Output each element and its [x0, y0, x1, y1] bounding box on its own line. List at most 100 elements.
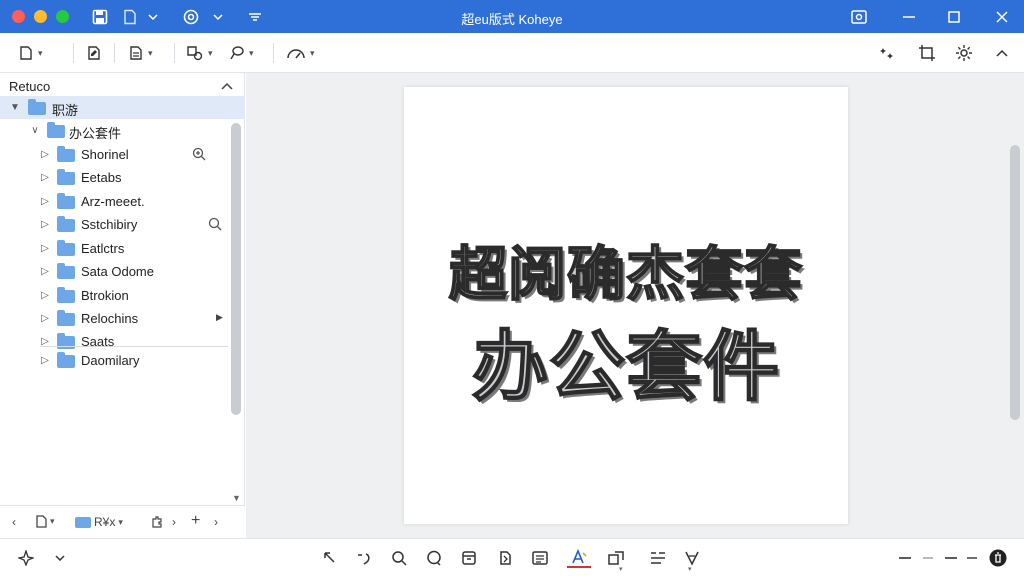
- edit-document-button[interactable]: [86, 41, 102, 65]
- tree-item[interactable]: ▷ Arz-meeet.: [0, 190, 245, 213]
- folder-icon: [57, 310, 75, 326]
- chevron-down-icon[interactable]: ▾: [619, 565, 623, 573]
- expand-right-icon[interactable]: ▷: [40, 290, 50, 301]
- tree-item[interactable]: ▷ Daomilary: [0, 349, 245, 372]
- tree-item-label: Eatlctrs: [81, 241, 125, 256]
- filter-icon[interactable]: [680, 548, 704, 568]
- folder-icon: [75, 516, 91, 528]
- title-bar: 超eu版式 Koheye: [0, 0, 1024, 33]
- file-export-icon[interactable]: [493, 548, 517, 568]
- tree-item-label: Arz-meeet.: [81, 194, 145, 209]
- list-icon[interactable]: [646, 548, 670, 568]
- comment-icon[interactable]: [422, 548, 446, 568]
- sparkle-button[interactable]: [878, 41, 896, 65]
- document-page[interactable]: 超阅确杰套套 办公套件: [404, 87, 848, 524]
- tree-root-folder[interactable]: ▼ 职游: [0, 96, 245, 119]
- fit-icon[interactable]: [944, 548, 958, 568]
- gauge-button[interactable]: ▾: [286, 41, 315, 65]
- sidebar: Retuco ▼ 职游 ∨ 办公套件 ▷ Shorinel ▷ Eetabs ▷ Arz-…: [0, 73, 245, 538]
- expand-right-icon[interactable]: ▷: [40, 266, 50, 277]
- tree-item[interactable]: ▷ Sstchibiry: [0, 213, 245, 236]
- folder-icon: [57, 169, 75, 185]
- expand-right-icon[interactable]: ▷: [40, 219, 50, 230]
- stamp-icon[interactable]: [457, 548, 481, 568]
- sidebar-scrollbar[interactable]: [231, 123, 241, 415]
- folder-menu-label: R¥x: [94, 515, 116, 529]
- document-canvas: 超阅确杰套套 办公套件: [246, 73, 1024, 538]
- chevron-down-icon: ▾: [249, 47, 254, 58]
- tree-item[interactable]: ▷ Eatlctrs: [0, 237, 245, 260]
- chevron-up-icon: [996, 49, 1008, 57]
- add-icon[interactable]: +: [191, 512, 200, 530]
- tree-subfolder[interactable]: ∨ 办公套件: [0, 119, 245, 142]
- expand-down-icon[interactable]: ∨: [30, 125, 40, 136]
- search-icon[interactable]: [208, 217, 222, 234]
- sidebar-title: Retuco: [9, 79, 51, 94]
- next-icon[interactable]: ›: [214, 515, 218, 529]
- transform-icon[interactable]: [604, 548, 628, 568]
- lasso-button[interactable]: ▾: [229, 41, 254, 65]
- zoom-in-icon[interactable]: [192, 147, 206, 164]
- tree-item[interactable]: ▷ Eetabs: [0, 166, 245, 189]
- toolbar-divider: [273, 43, 274, 63]
- folder-icon: [47, 122, 65, 138]
- close-icon[interactable]: [992, 6, 1012, 27]
- edit-document-icon: [86, 45, 102, 61]
- text-color-icon[interactable]: [567, 548, 591, 568]
- page-menu-button[interactable]: ▾: [35, 515, 55, 528]
- tree-item-label: Eetabs: [81, 170, 122, 185]
- chevron-up-icon[interactable]: [221, 78, 233, 93]
- folder-menu-button[interactable]: R¥x ▾: [75, 515, 123, 529]
- tree-label: 职游: [52, 103, 79, 118]
- tree-item[interactable]: ▷ Shorinel: [0, 143, 245, 166]
- minimize-icon[interactable]: [899, 6, 919, 27]
- tree-item[interactable]: ▷ Btrokion: [0, 284, 245, 307]
- zoom-level-icon[interactable]: [922, 548, 934, 568]
- new-page-button[interactable]: ▾: [18, 41, 43, 65]
- folder-icon: [57, 287, 75, 303]
- plugin-icon[interactable]: [150, 515, 164, 529]
- expand-down-icon[interactable]: ▼: [10, 102, 20, 113]
- forward-icon[interactable]: ›: [172, 515, 176, 529]
- folder-icon: [57, 352, 75, 368]
- back-icon[interactable]: ‹: [12, 515, 16, 529]
- expand-right-icon[interactable]: ▷: [40, 313, 50, 324]
- tree-item[interactable]: ▷ Relochins ▶: [0, 307, 245, 330]
- expand-right-icon[interactable]: ▶: [216, 311, 223, 323]
- expand-right-icon[interactable]: ▷: [40, 243, 50, 254]
- canvas-scrollbar[interactable]: [1010, 145, 1020, 420]
- toolbar-divider: [114, 43, 115, 63]
- tree-item-label: Btrokion: [81, 288, 129, 303]
- expand-right-icon[interactable]: ▷: [40, 355, 50, 366]
- trash-icon[interactable]: [988, 548, 1008, 568]
- rotate-icon[interactable]: [352, 548, 376, 568]
- gauge-icon: [286, 45, 306, 61]
- search-icon[interactable]: [387, 548, 411, 568]
- collapse-toolbar-button[interactable]: [996, 41, 1008, 65]
- expand-right-icon[interactable]: ▷: [40, 172, 50, 183]
- document-heading-line-1: 超阅确杰套套: [448, 239, 803, 309]
- crop-button[interactable]: ▾: [186, 41, 213, 65]
- maximize-icon[interactable]: [944, 6, 964, 27]
- navigate-icon[interactable]: [16, 548, 36, 568]
- notes-icon[interactable]: [528, 548, 552, 568]
- chevron-down-icon[interactable]: ▾: [688, 565, 692, 573]
- crop-frame-button[interactable]: [918, 41, 936, 65]
- zoom-step-icon[interactable]: [966, 548, 978, 568]
- expand-right-icon[interactable]: ▷: [40, 149, 50, 160]
- toolbar-divider: [73, 43, 74, 63]
- page-settings-button[interactable]: ▾: [128, 41, 153, 65]
- expand-right-icon[interactable]: ▷: [40, 196, 50, 207]
- folder-icon: [57, 240, 75, 256]
- toolbar-divider: [174, 43, 175, 63]
- settings-button[interactable]: [955, 41, 973, 65]
- pointer-icon[interactable]: [318, 548, 342, 568]
- chevron-down-icon: ▾: [310, 47, 315, 58]
- scroll-down-icon[interactable]: ▼: [232, 493, 241, 503]
- folder-icon: [57, 333, 75, 349]
- chevron-down-icon[interactable]: [52, 548, 68, 568]
- tree-item[interactable]: ▷ Sata Odome: [0, 260, 245, 283]
- main-toolbar: ▾ ▾ ▾ ▾ ▾: [0, 33, 1024, 73]
- zoom-out-icon[interactable]: [898, 548, 912, 568]
- screenshot-icon[interactable]: [849, 6, 869, 27]
